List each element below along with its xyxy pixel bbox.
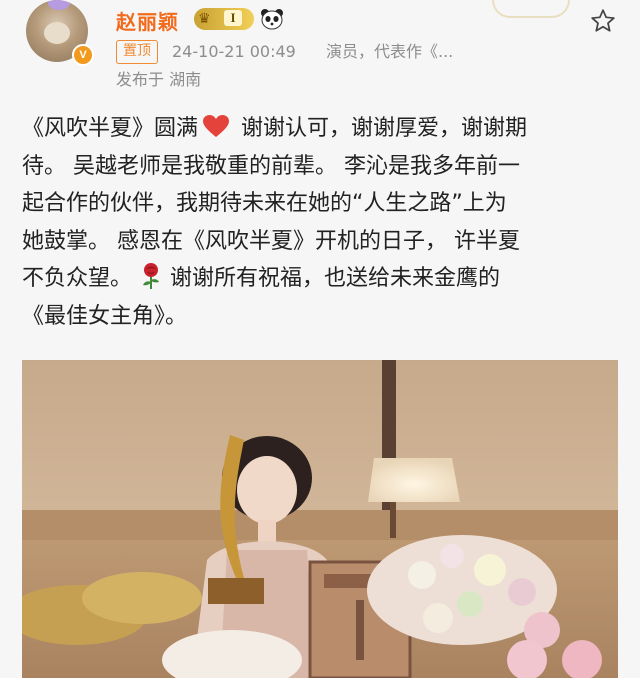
post-text-line: 起合作的伙伴，我期待未来在她的“人生之路”上为 bbox=[22, 191, 507, 216]
red-heart-icon bbox=[203, 115, 230, 137]
post-text: 《风吹半夏》圆满 谢谢认可，谢谢厚爱，谢谢期 待。 吴越老师是我敬重的前辈。 李… bbox=[22, 110, 622, 335]
post-text-line: 待。 吴越老师是我敬重的前辈。 李沁是我多年前一 bbox=[22, 153, 520, 179]
avatar-face bbox=[44, 22, 70, 44]
post-text-line: 《最佳女主角》。 bbox=[22, 303, 188, 329]
pinned-tag: 置顶 bbox=[116, 40, 158, 64]
header-decoration bbox=[492, 0, 570, 18]
vip-badge[interactable]: ♛ I bbox=[194, 8, 254, 30]
panda-icon bbox=[261, 9, 283, 30]
post-text-line: 谢谢认可，谢谢厚爱，谢谢期 bbox=[234, 116, 528, 141]
verified-badge-icon: V bbox=[72, 44, 94, 66]
post-text-line: 《风吹半夏》圆满 bbox=[22, 116, 199, 141]
crown-icon: ♛ bbox=[198, 11, 211, 27]
user-description: 演员，代表作《... bbox=[326, 42, 454, 61]
post-timestamp[interactable]: 24-10-21 00:49 bbox=[172, 40, 296, 64]
weibo-post: V 赵丽颖 ♛ I 置顶 24-10-21 00:49 演员，代表作《... 发… bbox=[0, 0, 640, 678]
post-text-line: 不负众望。 bbox=[22, 266, 133, 291]
username[interactable]: 赵丽颖 bbox=[116, 6, 179, 35]
post-photo-illustration bbox=[22, 360, 618, 678]
post-photo[interactable] bbox=[22, 360, 618, 678]
rose-icon bbox=[143, 263, 160, 289]
avatar-decoration bbox=[48, 0, 70, 10]
vip-level: I bbox=[224, 10, 242, 26]
star-outline-icon[interactable] bbox=[590, 8, 616, 34]
post-text-line: 谢谢所有祝福，也送给未来金鹰的 bbox=[170, 266, 501, 291]
avatar[interactable]: V bbox=[22, 0, 94, 66]
post-location: 发布于 湖南 bbox=[116, 70, 202, 89]
post-text-line: 她鼓掌。 感恩在《风吹半夏》开机的日子， 许半夏 bbox=[22, 228, 520, 254]
